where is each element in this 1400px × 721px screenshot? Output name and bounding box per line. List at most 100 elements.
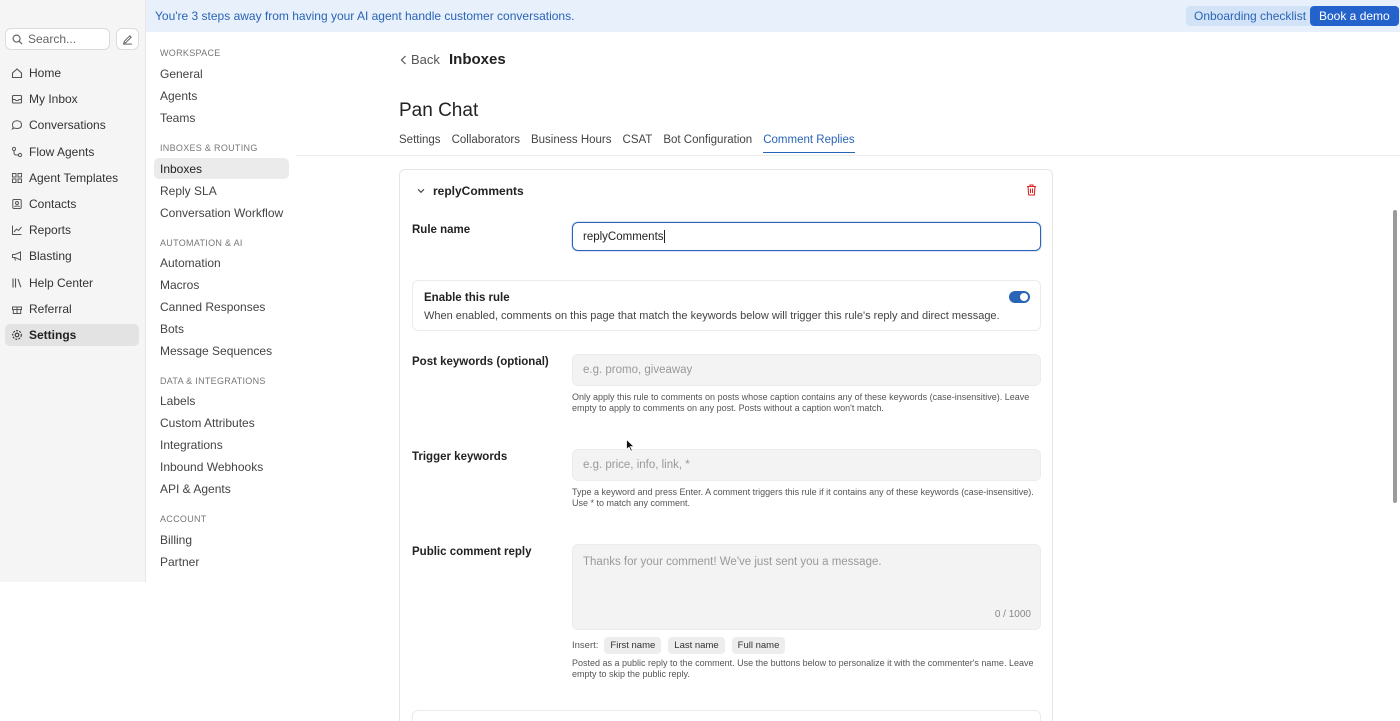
trigger-keywords-input[interactable]: e.g. price, info, link, * xyxy=(572,449,1041,481)
subnav-item-conversation-workflow[interactable]: Conversation Workflow xyxy=(154,202,289,223)
subnav-item-integrations[interactable]: Integrations xyxy=(154,434,289,455)
subnav-item-bots[interactable]: Bots xyxy=(154,318,289,339)
search-input[interactable]: Search... xyxy=(5,28,110,50)
subnav-item-inboxes[interactable]: Inboxes xyxy=(154,158,289,179)
chevron-down-icon xyxy=(417,188,425,194)
tabs-divider xyxy=(296,155,1400,156)
nav-item-label: Agent Templates xyxy=(29,170,119,185)
subnav-item-api-agents[interactable]: API & Agents xyxy=(154,478,289,499)
tab-settings[interactable]: Settings xyxy=(399,134,441,153)
subnav-item-reply-sla[interactable]: Reply SLA xyxy=(154,180,289,201)
trash-icon[interactable] xyxy=(1026,184,1037,196)
banner-text: You're 3 steps away from having your AI … xyxy=(155,9,575,23)
nav-item-help-center[interactable]: Help Center xyxy=(5,272,139,294)
rule-header[interactable]: replyComments xyxy=(417,184,524,198)
post-keywords-label: Post keywords (optional) xyxy=(412,356,549,368)
search-icon xyxy=(12,34,23,45)
main-nav-list: Home My Inbox Conversations Flow Agents … xyxy=(5,62,139,350)
subnav-item-custom-attributes[interactable]: Custom Attributes xyxy=(154,412,289,433)
onboarding-banner: You're 3 steps away from having your AI … xyxy=(146,0,1400,32)
tab-collaborators[interactable]: Collaborators xyxy=(452,134,520,153)
left-nav: Search... Home My Inbox Conversations Fl… xyxy=(0,0,146,582)
public-reply-placeholder: Thanks for your comment! We've just sent… xyxy=(583,556,882,568)
post-keywords-input[interactable]: e.g. promo, giveaway xyxy=(572,354,1041,386)
tab-csat[interactable]: CSAT xyxy=(623,134,653,153)
section-title-workspace: WORKSPACE xyxy=(160,48,221,58)
section-title-account: ACCOUNT xyxy=(160,514,207,524)
rule-name-value: replyComments xyxy=(583,230,664,243)
nav-item-settings[interactable]: Settings xyxy=(5,323,139,346)
insert-first-name-button[interactable]: First name xyxy=(604,637,662,654)
back-link[interactable]: Back xyxy=(400,52,440,67)
insert-label: Insert: xyxy=(572,640,599,651)
nav-item-label: Help Center xyxy=(29,275,94,290)
nav-item-contacts[interactable]: Contacts xyxy=(5,193,139,215)
megaphone-icon xyxy=(12,251,21,262)
subnav-item-macros[interactable]: Macros xyxy=(154,274,289,295)
rule-name-input[interactable]: replyComments xyxy=(572,222,1041,251)
subnav-item-partner[interactable]: Partner xyxy=(154,551,289,572)
nav-item-label: Home xyxy=(29,66,62,80)
left-nav-bottom xyxy=(0,582,146,721)
toggle-knob xyxy=(1020,293,1028,301)
onboarding-checklist-button[interactable]: Onboarding checklist xyxy=(1186,6,1315,26)
tab-comment-replies[interactable]: Comment Replies xyxy=(763,134,855,153)
page-scrollbar[interactable] xyxy=(1393,210,1397,503)
insert-full-name-button[interactable]: Full name xyxy=(731,637,786,654)
chevron-left-icon xyxy=(400,55,406,64)
chart-line-icon xyxy=(12,225,22,236)
gift-icon xyxy=(12,306,22,314)
subnav-item-inbound-webhooks[interactable]: Inbound Webhooks xyxy=(154,456,289,477)
insert-variables-row: Insert: First name Last name Full name xyxy=(572,637,792,654)
nav-item-label: Reports xyxy=(29,223,72,238)
public-reply-label: Public comment reply xyxy=(412,546,532,558)
inbox-tabs: Settings Collaborators Business Hours CS… xyxy=(399,134,866,153)
trigger-keywords-label: Trigger keywords xyxy=(412,451,508,463)
public-reply-textarea[interactable]: Thanks for your comment! We've just sent… xyxy=(572,544,1041,630)
nav-item-label: My Inbox xyxy=(29,92,78,107)
library-icon xyxy=(12,278,22,287)
page-title: Pan Chat xyxy=(399,100,479,121)
enable-rule-title: Enable this rule xyxy=(424,292,510,304)
subnav-item-message-sequences[interactable]: Message Sequences xyxy=(154,340,289,361)
nav-item-label: Flow Agents xyxy=(29,144,95,159)
grid-icon xyxy=(12,172,22,183)
compose-button[interactable] xyxy=(116,28,139,50)
trigger-keywords-placeholder: e.g. price, info, link, * xyxy=(583,459,690,471)
subnav-item-automation[interactable]: Automation xyxy=(154,252,289,273)
book-demo-button[interactable]: Book a demo xyxy=(1310,6,1399,26)
subnav-item-teams[interactable]: Teams xyxy=(154,107,289,128)
nav-item-reports[interactable]: Reports xyxy=(5,219,139,241)
nav-item-home[interactable]: Home xyxy=(5,62,139,84)
subnav-item-canned-responses[interactable]: Canned Responses xyxy=(154,296,289,317)
tab-business-hours[interactable]: Business Hours xyxy=(531,134,612,153)
subnav-item-agents[interactable]: Agents xyxy=(154,85,289,106)
section-title-inboxes-routing: INBOXES & ROUTING xyxy=(160,143,258,153)
subnav-item-labels[interactable]: Labels xyxy=(154,390,289,411)
insert-last-name-button[interactable]: Last name xyxy=(668,637,725,654)
subnav-item-billing[interactable]: Billing xyxy=(154,529,289,550)
comment-rule-card: replyComments Rule name replyComments En… xyxy=(399,169,1053,721)
text-caret xyxy=(663,230,665,243)
post-keywords-help: Only apply this rule to comments on post… xyxy=(572,392,1030,413)
search-placeholder: Search... xyxy=(28,32,77,46)
nav-item-conversations[interactable]: Conversations xyxy=(5,114,139,136)
character-count: 0 / 1000 xyxy=(994,609,1031,620)
subnav-item-general[interactable]: General xyxy=(154,63,289,84)
mouse-cursor-icon xyxy=(626,439,635,452)
nav-item-agent-templates[interactable]: Agent Templates xyxy=(5,167,139,189)
chat-bubble-icon xyxy=(11,120,23,131)
rule-title: replyComments xyxy=(433,184,524,198)
nav-item-label: Blasting xyxy=(29,249,72,264)
nav-item-referral[interactable]: Referral xyxy=(5,298,139,320)
nav-item-flow-agents[interactable]: Flow Agents xyxy=(5,141,139,163)
inbox-icon xyxy=(11,95,23,104)
breadcrumb-title: Inboxes xyxy=(449,51,506,68)
nav-item-my-inbox[interactable]: My Inbox xyxy=(5,88,139,110)
enable-rule-description: When enabled, comments on this page that… xyxy=(424,310,1000,322)
enable-rule-toggle[interactable] xyxy=(1009,291,1030,303)
tab-bot-configuration[interactable]: Bot Configuration xyxy=(663,134,752,153)
nav-item-blasting[interactable]: Blasting xyxy=(5,245,139,267)
next-section-box xyxy=(412,710,1041,721)
flow-icon xyxy=(11,146,23,157)
